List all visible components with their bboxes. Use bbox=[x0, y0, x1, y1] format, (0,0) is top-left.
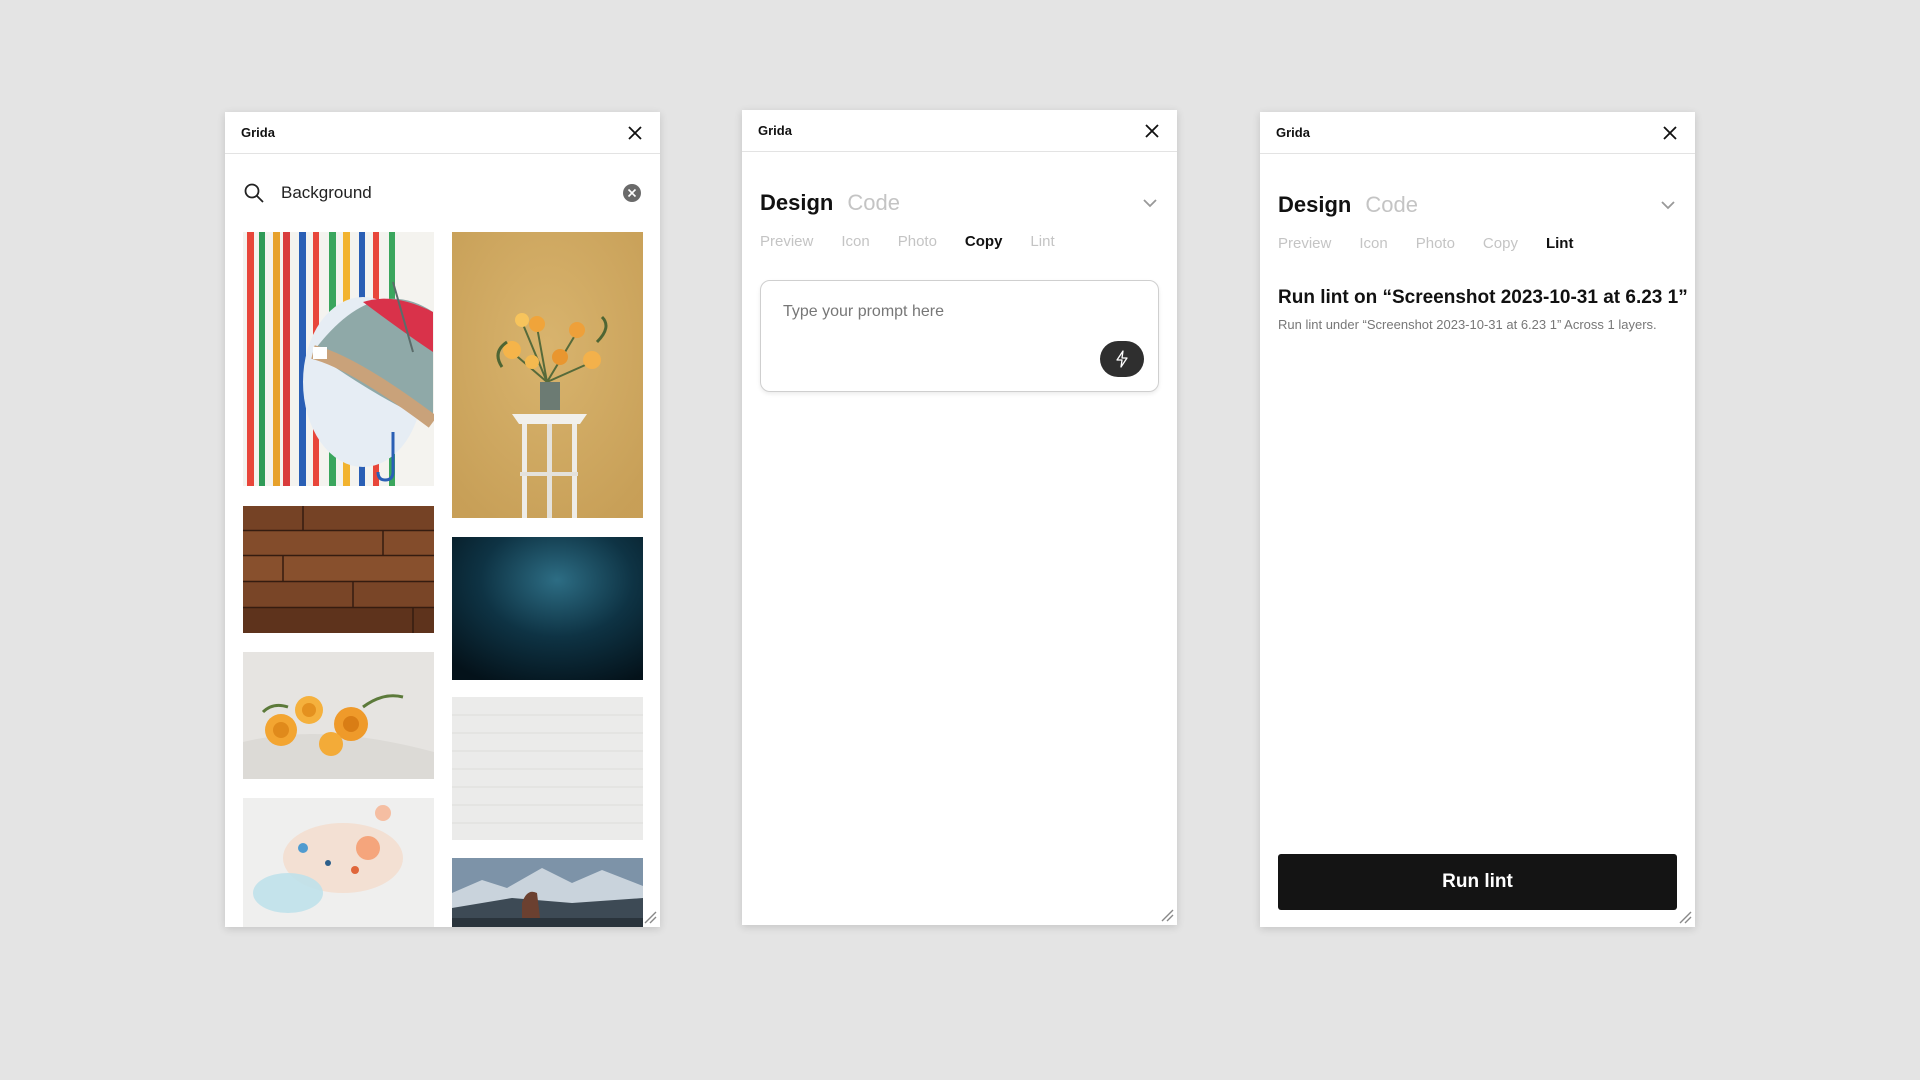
close-icon bbox=[628, 125, 642, 140]
lint-heading: Run lint on “Screenshot 2023-10-31 at 6.… bbox=[1278, 287, 1688, 308]
tab-copy[interactable]: Copy bbox=[1483, 235, 1518, 252]
tab-preview[interactable]: Preview bbox=[760, 233, 813, 250]
generate-button[interactable] bbox=[1100, 341, 1144, 377]
close-button[interactable] bbox=[1661, 124, 1679, 142]
striped-wall-umbrella-image bbox=[243, 232, 434, 486]
flower-vase-image bbox=[452, 232, 643, 518]
window-title: Grida bbox=[241, 125, 275, 140]
window-title: Grida bbox=[1276, 125, 1310, 140]
tab-copy[interactable]: Copy bbox=[965, 233, 1003, 250]
search-icon bbox=[244, 183, 264, 203]
mode-code-tab[interactable]: Code bbox=[1365, 192, 1418, 218]
white-brick-image bbox=[452, 697, 643, 840]
photo-tile-wood-planks[interactable] bbox=[243, 506, 434, 633]
resize-handle-icon[interactable] bbox=[1160, 908, 1174, 922]
photo-tile-watercolor[interactable] bbox=[243, 798, 434, 927]
watercolor-image bbox=[243, 798, 434, 927]
photo-tile-yellow-flowers[interactable] bbox=[452, 232, 643, 518]
clear-search-icon[interactable] bbox=[622, 183, 642, 203]
mode-switcher: Design Code bbox=[742, 184, 1177, 222]
feature-tabs: Preview Icon Photo Copy Lint bbox=[1260, 228, 1695, 258]
mountain-lake-image bbox=[452, 858, 643, 927]
feature-tabs: Preview Icon Photo Copy Lint bbox=[742, 226, 1177, 256]
window-title: Grida bbox=[758, 123, 792, 138]
tab-lint[interactable]: Lint bbox=[1030, 233, 1054, 250]
lint-description: Run lint under “Screenshot 2023-10-31 at… bbox=[1278, 317, 1657, 332]
resize-handle-icon[interactable] bbox=[643, 910, 657, 924]
tab-photo[interactable]: Photo bbox=[898, 233, 937, 250]
photo-tile-orange-roses[interactable] bbox=[243, 652, 434, 779]
dark-teal-texture-image bbox=[452, 537, 643, 680]
close-button[interactable] bbox=[626, 124, 644, 142]
close-icon bbox=[1663, 125, 1677, 140]
tab-lint[interactable]: Lint bbox=[1546, 235, 1574, 252]
mode-switcher: Design Code bbox=[1260, 186, 1695, 224]
tab-preview[interactable]: Preview bbox=[1278, 235, 1331, 252]
copy-prompt-panel: Grida Design Code Preview Icon Photo Cop… bbox=[742, 110, 1177, 925]
title-bar: Grida bbox=[225, 112, 660, 154]
orange-roses-image bbox=[243, 652, 434, 779]
resize-handle-icon[interactable] bbox=[1678, 910, 1692, 924]
title-bar: Grida bbox=[1260, 112, 1695, 154]
run-lint-button[interactable]: Run lint bbox=[1278, 854, 1677, 910]
tab-photo[interactable]: Photo bbox=[1416, 235, 1455, 252]
chevron-down-icon[interactable] bbox=[1141, 194, 1159, 212]
mode-design-tab[interactable]: Design bbox=[760, 190, 833, 216]
photo-tile-striped-umbrella[interactable] bbox=[243, 232, 434, 486]
mode-code-tab[interactable]: Code bbox=[847, 190, 900, 216]
photo-tile-mountain-lake[interactable] bbox=[452, 858, 643, 927]
prompt-input[interactable] bbox=[781, 301, 1125, 345]
lint-panel: Grida Design Code Preview Icon Photo Cop… bbox=[1260, 112, 1695, 927]
tab-icon[interactable]: Icon bbox=[1359, 235, 1387, 252]
title-bar: Grida bbox=[742, 110, 1177, 152]
wood-planks-image bbox=[243, 506, 434, 633]
search-bar bbox=[225, 154, 660, 232]
lightning-icon bbox=[1116, 350, 1128, 368]
chevron-down-icon[interactable] bbox=[1659, 196, 1677, 214]
mode-design-tab[interactable]: Design bbox=[1278, 192, 1351, 218]
photo-tile-dark-teal[interactable] bbox=[452, 537, 643, 680]
photo-tile-white-brick[interactable] bbox=[452, 697, 643, 840]
photo-gallery bbox=[225, 232, 660, 927]
close-icon bbox=[1145, 123, 1159, 138]
photo-search-panel: Grida bbox=[225, 112, 660, 927]
prompt-box bbox=[760, 280, 1159, 392]
close-button[interactable] bbox=[1143, 122, 1161, 140]
tab-icon[interactable]: Icon bbox=[841, 233, 869, 250]
search-input[interactable] bbox=[279, 182, 622, 204]
